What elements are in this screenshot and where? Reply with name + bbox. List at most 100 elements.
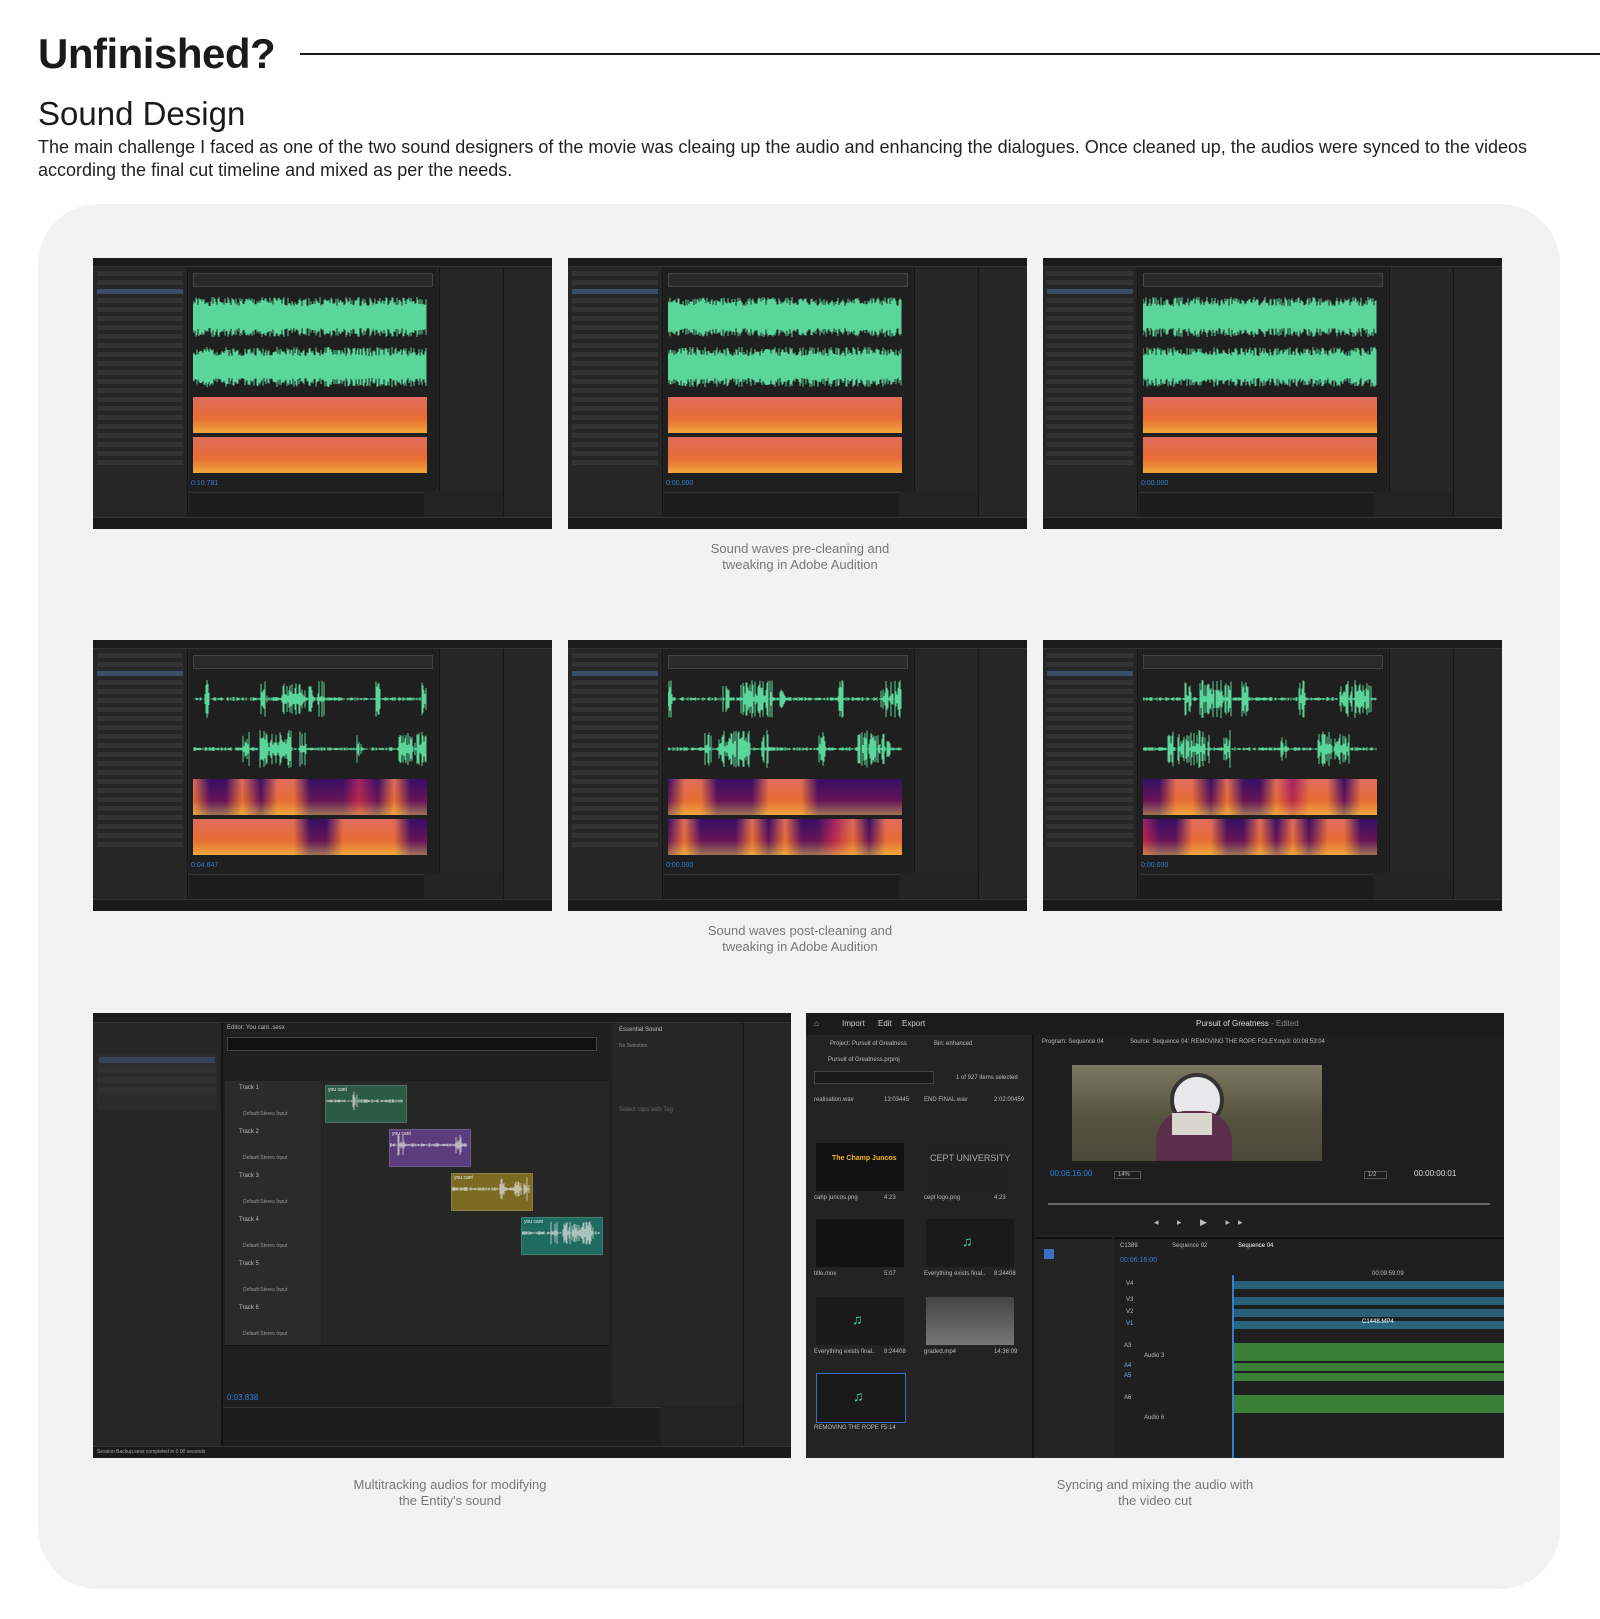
track-lane: Track 1 Default Stereo Input you cant — [225, 1081, 609, 1126]
track-input[interactable]: Default Stereo Input — [243, 1155, 287, 1161]
overview-bar[interactable] — [668, 273, 908, 287]
resolution-select[interactable]: 1/2 — [1364, 1171, 1388, 1179]
media-thumbnail[interactable] — [816, 1219, 904, 1267]
seq-tab-1[interactable]: C1389 — [1120, 1243, 1138, 1249]
menu-import[interactable]: Import — [842, 1019, 865, 1028]
panel-row — [97, 433, 183, 438]
playhead[interactable] — [1232, 1275, 1234, 1458]
panel-row — [572, 343, 658, 348]
media-thumbnail[interactable]: ♫ — [816, 1297, 904, 1345]
time-display: 0:10.781 — [191, 480, 219, 487]
audition-menu-bar — [1043, 640, 1502, 649]
seq-tab-3[interactable]: Sequence 04 — [1238, 1243, 1273, 1249]
project-name: Pursuit of Greatness — [1196, 1019, 1269, 1028]
media-duration: 13:03445 — [884, 1097, 910, 1103]
overview-bar[interactable] — [193, 655, 433, 669]
audio-clip[interactable]: you cant — [389, 1129, 471, 1167]
waveform-channel — [1142, 345, 1377, 389]
sequence-timecode: 00:06:16:00 — [1120, 1257, 1157, 1264]
track-label[interactable]: V4 — [1126, 1281, 1133, 1287]
panel-row — [1047, 334, 1133, 339]
track-input[interactable]: Default Stereo Input — [243, 1287, 287, 1293]
waveform — [192, 680, 427, 718]
track-input[interactable]: Default Stereo Input — [243, 1111, 287, 1117]
panel-row — [97, 460, 183, 465]
time-display: 0:00.000 — [666, 480, 694, 487]
panel-row — [97, 725, 183, 730]
track-label[interactable]: V1 — [1126, 1321, 1133, 1327]
menu-export[interactable]: Export — [902, 1019, 925, 1028]
video-clip-strip[interactable] — [1234, 1281, 1504, 1289]
media-thumbnail[interactable]: CEPT UNIVERSITY — [926, 1143, 1014, 1191]
paper — [1172, 1113, 1212, 1135]
seq-tab-2[interactable]: Sequence 02 — [1172, 1243, 1207, 1249]
overview-bar[interactable] — [227, 1037, 597, 1051]
spectrogram-channel — [193, 437, 427, 473]
video-clip-strip[interactable] — [1234, 1297, 1504, 1305]
panel-row — [572, 271, 658, 276]
bin-tab[interactable]: Bin: enhanced — [934, 1041, 972, 1047]
panel-row — [97, 451, 183, 456]
track-label[interactable]: A6 — [1124, 1395, 1131, 1401]
track-label[interactable]: A5 — [1124, 1373, 1131, 1379]
panel-row — [572, 806, 658, 811]
track-label[interactable]: A4 — [1124, 1363, 1131, 1369]
media-thumbnail[interactable]: ♫ — [816, 1373, 906, 1423]
panel-row — [572, 433, 658, 438]
selection-tool-icon[interactable] — [1044, 1249, 1054, 1259]
audio-clip-strip[interactable] — [1234, 1363, 1504, 1371]
overview-bar[interactable] — [193, 273, 433, 287]
project-tab[interactable]: Project: Pursuit of Greatness — [830, 1041, 907, 1047]
transport-controls[interactable]: ◂ ▸ ▶ ▸▸ — [1154, 1217, 1374, 1227]
panel-row — [572, 680, 658, 685]
track-input[interactable]: Default Stereo Input — [243, 1243, 287, 1249]
spectrogram — [1143, 819, 1377, 855]
program-tab[interactable]: Program: Sequence 04 — [1042, 1039, 1104, 1045]
media-thumbnail[interactable] — [926, 1297, 1014, 1345]
audio-clip[interactable]: you cant — [521, 1217, 603, 1255]
audio-clip[interactable]: you cant — [451, 1173, 533, 1211]
panel-row — [1047, 797, 1133, 802]
track-label[interactable]: V3 — [1126, 1297, 1133, 1303]
select-clips-text: Select clips with Tag — [619, 1107, 673, 1113]
waveform — [192, 297, 427, 337]
audio-clip-strip[interactable] — [1234, 1343, 1504, 1361]
editor-tab[interactable]: Editor: You cant .sesx — [227, 1025, 285, 1031]
track-label[interactable]: V2 — [1126, 1309, 1133, 1315]
menu-edit[interactable]: Edit — [878, 1019, 892, 1028]
panel-row — [572, 451, 658, 456]
media-thumbnail[interactable]: ♫ — [926, 1219, 1014, 1267]
overview-bar[interactable] — [1143, 273, 1383, 287]
panel-row — [97, 388, 183, 393]
panel-row — [572, 361, 658, 366]
overview-bar[interactable] — [1143, 655, 1383, 669]
panel-row — [572, 752, 658, 757]
zoom-select[interactable]: 14% — [1114, 1171, 1142, 1179]
panel-row — [572, 379, 658, 384]
playhead-timecode[interactable]: 00:06:16:00 — [1050, 1169, 1092, 1178]
media-duration: 8:24408 — [994, 1271, 1016, 1277]
audio-clip-strip[interactable] — [1234, 1373, 1504, 1381]
overview-bar[interactable] — [668, 655, 908, 669]
status-bar — [93, 899, 552, 911]
audio-clip[interactable]: you cant — [325, 1085, 407, 1123]
essential-sound-panel — [914, 649, 977, 873]
duration-timecode: 00:00:00:01 — [1414, 1169, 1457, 1178]
metadata-panel — [503, 267, 552, 517]
media-thumbnail[interactable]: The Champ Juncos — [816, 1143, 904, 1191]
home-icon[interactable]: ⌂ — [814, 1019, 819, 1028]
audio-clip-strip[interactable] — [1234, 1395, 1504, 1413]
audition-screenshot-pre-1: 0:10.781 — [93, 258, 552, 529]
audition-screenshot-pre-2: 0:00.000 — [568, 258, 1027, 529]
media-name: graded.mp4 — [924, 1349, 957, 1355]
source-tab[interactable]: Source: Sequence 04: REMOVING THE ROPE F… — [1130, 1039, 1325, 1045]
video-clip-strip[interactable] — [1234, 1309, 1504, 1317]
search-input[interactable] — [814, 1071, 934, 1084]
scrub-bar[interactable] — [1048, 1203, 1490, 1205]
track-label[interactable]: A3 — [1124, 1343, 1131, 1349]
panel-row — [1047, 397, 1133, 402]
track-input[interactable]: Default Stereo Input — [243, 1331, 287, 1337]
panel-row — [572, 307, 658, 312]
track-input[interactable]: Default Stereo Input — [243, 1199, 287, 1205]
panel-row — [1047, 325, 1133, 330]
